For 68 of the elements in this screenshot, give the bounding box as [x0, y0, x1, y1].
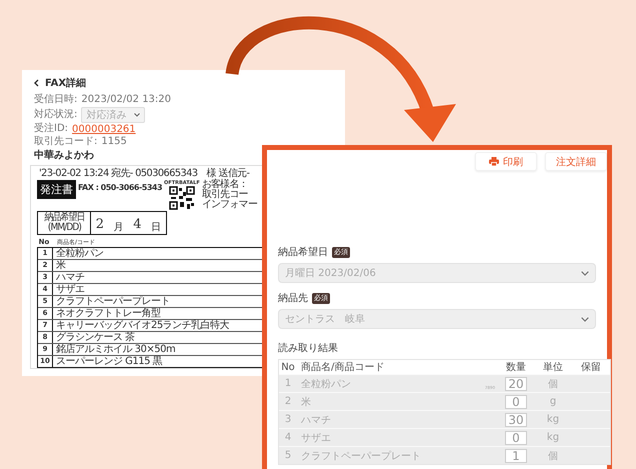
table-cell-text: ネオクラフトトレー角型 — [55, 308, 160, 319]
table-cell-text: 個 — [547, 378, 559, 390]
field-label: 納品希望日 — [278, 246, 328, 259]
date-box-label: 納品希望日 — [44, 213, 84, 223]
table-cell-text: ハマチ — [55, 272, 84, 283]
product-name: ハマチ — [301, 414, 331, 427]
customer-info-label: インフォマー — [202, 200, 257, 210]
status-select[interactable]: 対応済み — [81, 106, 146, 122]
field-label: 取引先コード: — [34, 136, 98, 148]
column-header: No — [280, 362, 296, 372]
table-cell-text: 5 — [284, 450, 292, 461]
customer-name: 中華みよかわ — [34, 150, 95, 162]
handwritten-month: 2 — [96, 217, 104, 233]
field-label: 受信日時: — [34, 94, 78, 106]
qr-code — [168, 186, 195, 210]
section-title: 読み取り結果 — [278, 342, 339, 355]
handwritten-day: 4 — [133, 217, 142, 233]
printer-icon — [489, 157, 499, 166]
table-cell-text: スーパーレンジ G115 黒 — [55, 356, 162, 367]
quantity-field[interactable]: 0 — [505, 394, 527, 408]
product-name: 米 — [301, 396, 311, 409]
table-cell-text: 4 — [284, 432, 292, 443]
date-format: (MM/DD) — [47, 223, 81, 233]
table-cell-text: サザエ — [55, 284, 84, 295]
chevron-down-icon — [134, 112, 140, 116]
field-label: 納品先 — [278, 292, 308, 305]
customer-info-label: 取引先コー — [202, 190, 249, 200]
print-button[interactable]: 印刷 — [475, 152, 537, 171]
field-label: 対応状況: — [34, 108, 78, 120]
product-name: クラフトペーパープレート — [301, 450, 421, 463]
field-value: 2023/02/02 13:20 — [81, 94, 172, 106]
quantity-field[interactable]: 0 — [505, 430, 527, 444]
fax-number: FAX : 050-3066-5343 — [78, 183, 162, 192]
order-detail-button[interactable]: 注文詳細 — [545, 152, 607, 171]
table-cell-text: 3 — [284, 414, 292, 425]
table-cell-text: kg — [546, 414, 560, 425]
chevron-down-icon — [581, 316, 589, 322]
column-header: 数量 — [505, 361, 527, 374]
column-header: 商品名/商品コード — [300, 360, 386, 374]
table-cell-text: g — [548, 396, 558, 407]
select-field[interactable]: セントラス 岐阜 — [278, 309, 596, 329]
quantity-field[interactable]: 1 — [505, 448, 527, 462]
table-cell-text: グラシンケース 茶 — [55, 332, 135, 343]
order-id-link[interactable]: 0000003261 — [72, 124, 136, 134]
customer-info-label: お客様名： — [202, 180, 249, 190]
table-cell-text: 2 — [284, 396, 292, 407]
date-unit: 月 — [114, 223, 124, 233]
select-field[interactable]: 月曜日 2023/02/06 — [278, 263, 596, 283]
quantity-field[interactable]: 30 — [505, 412, 527, 426]
column-header: 保留 — [580, 361, 602, 374]
field-label: 受注ID: — [34, 123, 68, 135]
page-title: FAX詳細 — [45, 76, 86, 90]
date-unit: 日 — [151, 223, 162, 233]
field-value: 1155 — [101, 136, 127, 148]
chevron-down-icon — [581, 270, 589, 276]
document-title: 発注書 — [37, 180, 76, 199]
fax-header-text: '23-02-02 13:24 宛先- 05030665343 様 送信元- — [39, 168, 250, 179]
table-cell-text: kg — [546, 432, 560, 443]
product-name: サザエ — [301, 432, 331, 445]
column-header: 単位 — [542, 361, 564, 374]
table-cell-text: キャリーバッグバイオ25ランチ乳白特大 — [55, 320, 230, 331]
table-cell-text: 全粒粉パン — [55, 248, 104, 259]
table-cell-text: 個 — [547, 450, 559, 462]
product-name: 全粒粉パン — [301, 378, 351, 391]
table-cell-text: 米 — [55, 260, 66, 271]
table-cell-text: 1 — [284, 378, 292, 389]
chevron-left-icon[interactable] — [34, 79, 39, 87]
quantity-field[interactable]: 20 — [505, 376, 527, 390]
